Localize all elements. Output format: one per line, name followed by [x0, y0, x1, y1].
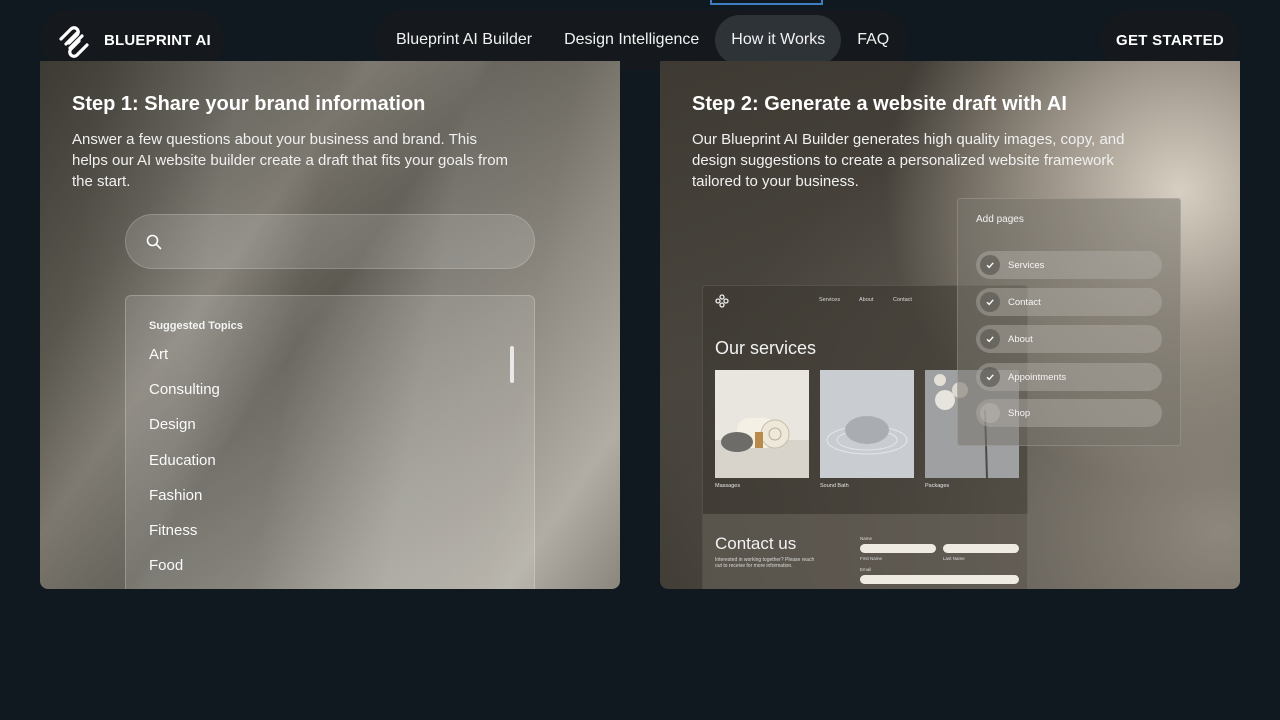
topic-fashion[interactable]: Fashion [149, 487, 534, 522]
page-option-about[interactable]: About [976, 325, 1162, 353]
page-option-label: Contact [1008, 296, 1041, 308]
mockup-flower-logo-icon [715, 294, 729, 308]
add-pages-panel: Add pages Services Contact About Appoint… [957, 198, 1181, 446]
mockup-first-name-label: First Name [860, 556, 883, 561]
page-option-label: Shop [1008, 407, 1031, 419]
menu-item-design-intelligence[interactable]: Design Intelligence [548, 15, 715, 65]
blueprint-logo-icon [59, 26, 89, 58]
suggested-topics-list: Suggested Topics Art Consulting Design E… [125, 295, 535, 589]
search-icon [146, 234, 162, 249]
page-option-contact[interactable]: Contact [976, 288, 1162, 316]
packages-caption: Packages [925, 483, 950, 489]
mockup-last-name-field [943, 544, 1019, 553]
topics-scrollbar[interactable] [510, 346, 514, 383]
topic-search-box[interactable] [125, 214, 535, 269]
menu-item-how-it-works[interactable]: How it Works [715, 15, 842, 65]
mockup-nav-contact: Contact [893, 297, 912, 303]
step2-title: Step 2: Generate a website draft with AI [692, 93, 1067, 115]
step2-card: Step 2: Generate a website draft with AI… [660, 61, 1240, 589]
page-option-services[interactable]: Services [976, 251, 1162, 279]
brand-name: BLUEPRINT AI [104, 31, 211, 49]
topic-art[interactable]: Art [149, 346, 534, 381]
page-option-label: Services [1008, 259, 1045, 271]
mockup-first-name-field [860, 544, 936, 553]
topic-fitness[interactable]: Fitness [149, 522, 534, 557]
menu-item-blueprint-ai-builder[interactable]: Blueprint AI Builder [380, 15, 548, 65]
topic-search-input[interactable] [172, 233, 512, 250]
mockup-contact-title: Contact us [715, 534, 797, 553]
step2-description: Our Blueprint AI Builder generates high … [692, 131, 1125, 190]
page-option-label: Appointments [1008, 371, 1067, 383]
sound-bath-image [820, 370, 914, 478]
topic-food[interactable]: Food [149, 557, 534, 589]
topic-design[interactable]: Design [149, 416, 534, 451]
massages-caption: Massages [715, 483, 741, 489]
page-option-shop[interactable]: Shop [976, 399, 1162, 427]
sound-bath-caption: Sound Bath [820, 483, 849, 489]
checkmark-icon [980, 329, 1000, 349]
unchecked-circle-icon [980, 403, 1000, 423]
menu-item-faq[interactable]: FAQ [841, 15, 905, 65]
mockup-name-label: Name [860, 536, 873, 541]
mockup-heading: Our services [715, 338, 817, 358]
checkmark-icon [980, 367, 1000, 387]
mockup-nav-services: Services [819, 297, 841, 303]
checkmark-icon [980, 255, 1000, 275]
page-option-appointments[interactable]: Appointments [976, 363, 1162, 391]
suggested-topics-label: Suggested Topics [149, 320, 243, 332]
mockup-contact-text: Interested in working together? Please r… [715, 557, 815, 569]
step1-title: Step 1: Share your brand information [72, 93, 426, 115]
massages-image [715, 370, 809, 478]
topic-consulting[interactable]: Consulting [149, 381, 534, 416]
checkmark-icon [980, 292, 1000, 312]
mockup-contact-section: Contact us Interested in working togethe… [703, 514, 1029, 589]
page-option-label: About [1008, 333, 1033, 345]
mockup-last-name-label: Last Name [943, 556, 965, 561]
topic-education[interactable]: Education [149, 452, 534, 487]
mockup-nav-about: About [859, 297, 874, 303]
focus-indicator [710, 0, 823, 5]
step1-description: Answer a few questions about your busine… [72, 131, 509, 190]
mockup-email-field [860, 575, 1019, 584]
add-pages-label: Add pages [976, 214, 1024, 225]
mockup-email-label: Email [860, 567, 872, 572]
step1-card: Step 1: Share your brand information Ans… [40, 61, 620, 589]
